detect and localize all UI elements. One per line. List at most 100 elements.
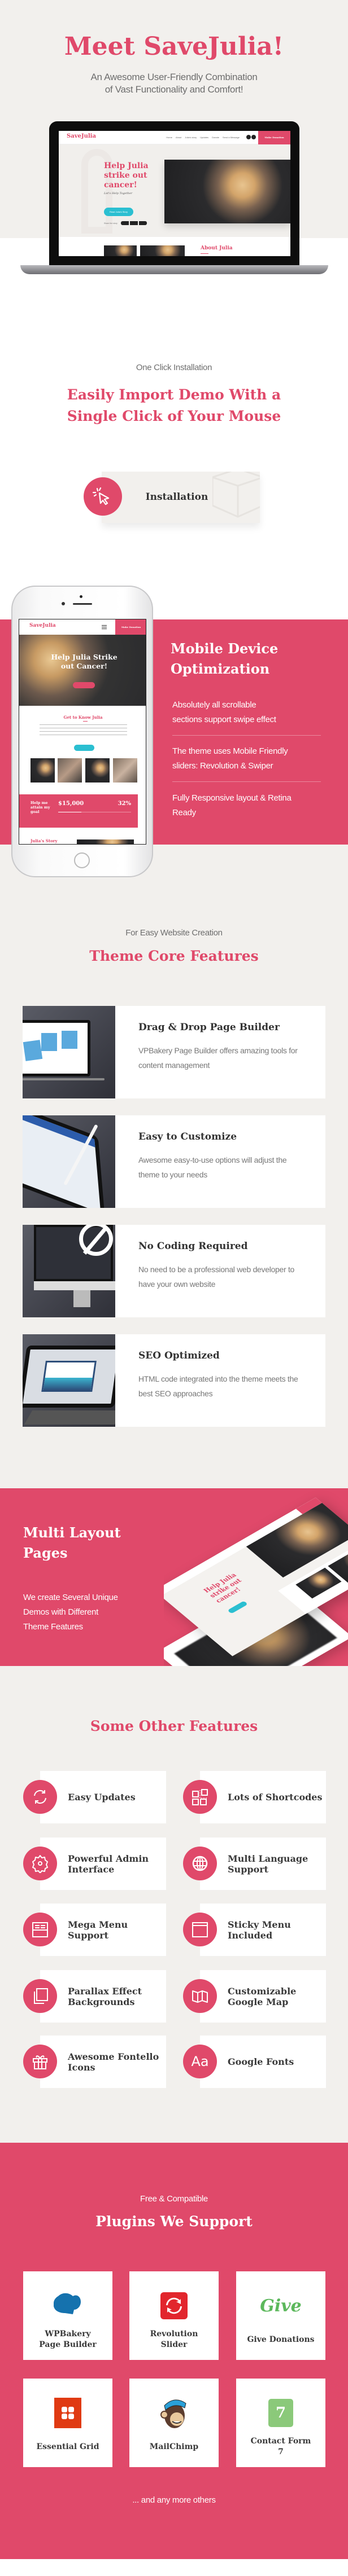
preview-nav-item: Send a Message <box>222 136 240 139</box>
core-feature-desc: No need to be a professional web develop… <box>138 1265 295 1289</box>
layers-icon <box>23 1979 57 2013</box>
preview-nav-item: Home <box>166 136 172 139</box>
font-icon-glyph: Aa <box>191 2054 209 2069</box>
laptop-screen-preview: SaveJulia Home About Julia's story Updates D… <box>59 131 290 256</box>
divider <box>172 735 321 736</box>
item-line: The theme uses Mobile Friendly <box>172 746 288 756</box>
other-feature-label: Powerful Admin Interface <box>68 1838 164 1890</box>
other-feature-card: Lots of Shortcodes <box>183 1771 326 1823</box>
core-feature-title: Easy to Customize <box>138 1131 237 1142</box>
phone-speaker <box>73 603 92 605</box>
plugins-eyebrow: Free & Compatible <box>140 2194 208 2204</box>
preview-thumb <box>140 245 185 256</box>
title-line: Easily Import Demo With a <box>67 386 281 403</box>
other-feature-label: Easy Updates <box>68 1771 164 1823</box>
core-eyebrow: For Easy Website Creation <box>125 928 223 938</box>
sticky-menu-icon <box>183 1913 217 1946</box>
wpbakery-logo <box>54 2292 82 2320</box>
other-feature-label: Lots of Shortcodes <box>228 1771 324 1823</box>
core-feature-desc: VPBakery Page Builder offers amazing too… <box>138 1046 298 1070</box>
isometric-demo-preview: Help Julia strike out cancer! <box>164 1489 348 1666</box>
mobile-title: Mobile Device Optimization <box>171 639 278 679</box>
title-line: Multi Layout <box>23 1524 121 1541</box>
other-feature-card: Mega Menu Support <box>23 1904 166 1956</box>
other-feature-card: Powerful Admin Interface <box>23 1838 166 1890</box>
body-line: Theme Features <box>23 1622 83 1632</box>
installation-button[interactable]: Installation <box>102 472 260 523</box>
install-eyebrow: One Click Installation <box>136 363 212 372</box>
preview-script-text: Let's Help Together <box>104 192 133 195</box>
plugin-card: Give Give Donations <box>236 2271 325 2360</box>
other-feature-card: Parallax Effect Backgrounds <box>23 1970 166 2023</box>
facebook-icon <box>246 135 251 139</box>
m-thumb <box>85 758 110 783</box>
headline-line: Help Julia Strike <box>51 653 118 661</box>
m-thumb <box>113 758 137 783</box>
hero-subtitle-line: of Vast Functionality and Comfort! <box>105 84 243 95</box>
m-paragraph <box>40 724 127 737</box>
preview-hero: Help Julia strike out cancer! Let's Help… <box>59 144 290 237</box>
label-text: Mega Menu Support <box>68 1919 128 1941</box>
shortcodes-icon <box>183 1780 217 1814</box>
map-icon <box>183 1979 217 2013</box>
share-buttons <box>121 221 147 225</box>
core-feature-title: Drag & Drop Page Builder <box>138 1022 280 1033</box>
item-line: Absolutely all scrollable <box>172 700 256 710</box>
label-text: MailChimp <box>149 2442 199 2451</box>
hero-subtitle-line: An Awesome User-Friendly Combination <box>90 72 258 82</box>
other-feature-card: Sticky Menu Included <box>183 1904 326 1956</box>
other-features-title: Some Other Features <box>90 1718 258 1734</box>
plugins-title: Plugins We Support <box>95 2213 253 2230</box>
label-text: Awesome Fontello Icons <box>68 2051 159 2073</box>
title-line: Single Click of Your Mouse <box>67 408 281 424</box>
m-story-photo <box>77 839 134 844</box>
item-line: sections support swipe effect <box>172 715 276 724</box>
other-feature-label: Mega Menu Support <box>68 1904 164 1956</box>
iso-button <box>227 1601 249 1614</box>
m-goal-percent: 32% <box>118 801 131 807</box>
preview-cta-button: Read Julia's Story <box>104 208 133 216</box>
m-thumb <box>58 758 82 783</box>
essential-grid-logo <box>54 2398 82 2428</box>
m-logo: SaveJulia <box>29 623 56 628</box>
m-goal-amount: $15,000 <box>58 801 84 807</box>
plugin-label: Essential Grid <box>23 2433 112 2461</box>
plugin-card: MailChimp <box>129 2379 219 2467</box>
plugin-label: MailChimp <box>129 2433 219 2461</box>
m-headline: Help Julia Strike out Cancer! <box>31 653 138 671</box>
headline-line: out Cancer! <box>60 662 108 670</box>
imac-no-code-image <box>23 1225 115 1317</box>
body-line: We create Several Unique <box>23 1593 118 1602</box>
laptop-base <box>20 265 328 274</box>
headline-line: cancer! <box>104 181 137 190</box>
installation-label: Installation <box>145 491 208 503</box>
m-goal-box: Help me attain my goal $15,000 32% <box>19 794 138 828</box>
m-goal-label: Help me attain my goal <box>31 801 50 814</box>
m-hero: Help Julia Strike out Cancer! <box>19 635 146 706</box>
give-logo: Give <box>255 2292 306 2320</box>
headline-line: strike out <box>104 171 147 180</box>
core-feature-card: Drag & Drop Page Builder VPBakery Page Bu… <box>23 1006 325 1098</box>
m-story-title: Julia's Story <box>31 838 58 843</box>
core-feature-card: SEO Optimized HTML code integrated into t… <box>23 1334 325 1427</box>
cursor-click-icon <box>84 477 122 516</box>
give-logo-text: Give <box>260 2296 302 2316</box>
phone-sensor <box>62 602 65 605</box>
label-text: Contact Form 7 <box>250 2437 311 2456</box>
m-donate-button: Make Donation <box>115 619 146 635</box>
core-feature-title: SEO Optimized <box>138 1350 220 1361</box>
label-text: Revolution Slider <box>150 2329 198 2349</box>
plugin-label: Contact Form 7 <box>236 2433 325 2461</box>
hero-title: Meet SaveJulia! <box>64 32 284 61</box>
plugin-card: Essential Grid <box>23 2379 112 2467</box>
other-feature-label: Google Fonts <box>228 2036 324 2088</box>
label-text: Sticky Menu Included <box>228 1919 291 1941</box>
tablet-pencil-image <box>23 1115 115 1208</box>
core-feature-desc: Awesome easy-to-use options will adjust … <box>138 1155 287 1179</box>
m-thumb <box>31 758 55 783</box>
other-feature-card: Awesome Fontello Icons <box>23 2036 166 2088</box>
iso-headline: Help Julia strike out cancer! <box>202 1571 243 1604</box>
font-icon: Aa <box>183 2045 217 2078</box>
body-line: Demos with Different <box>23 1607 98 1617</box>
preview-photo <box>164 160 290 223</box>
